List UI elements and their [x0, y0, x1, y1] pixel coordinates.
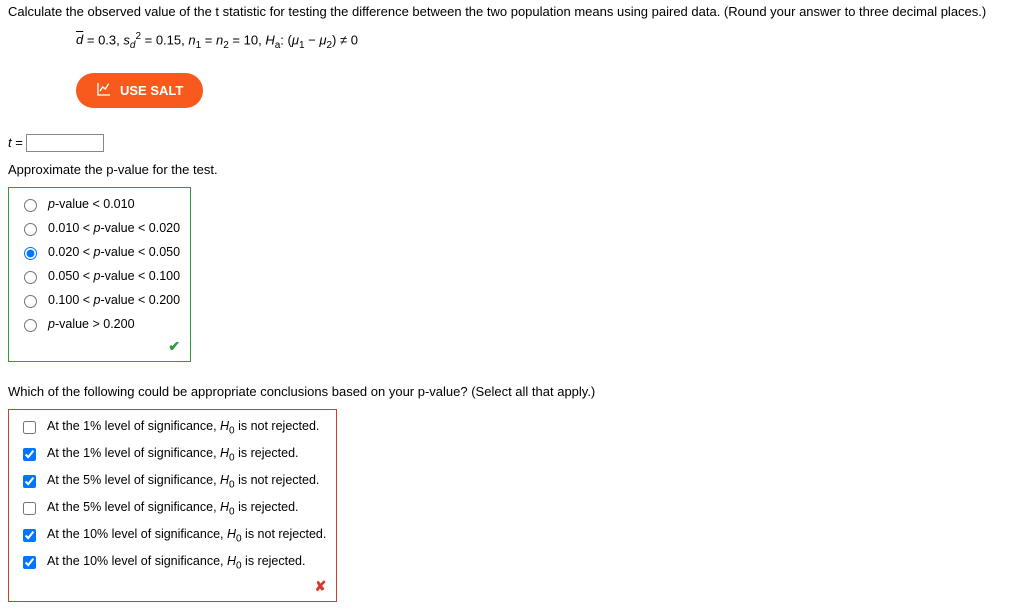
conclusion-option[interactable]: At the 5% level of significance, H0 is n…: [17, 468, 328, 495]
conclusion-option[interactable]: At the 10% level of significance, H0 is …: [17, 522, 328, 549]
conclusion-option[interactable]: At the 10% level of significance, H0 is …: [17, 549, 328, 576]
pvalue-radio[interactable]: [24, 247, 37, 260]
question-main-text: Calculate the observed value of the t st…: [8, 4, 1016, 19]
conclusion-option[interactable]: At the 1% level of significance, H0 is r…: [17, 441, 328, 468]
pvalue-radio[interactable]: [24, 271, 37, 284]
conclusion-option-label: At the 1% level of significance, H0 is r…: [47, 446, 299, 464]
pvalue-option-label: 0.100 < p-value < 0.200: [48, 293, 180, 307]
conclusions-question: Which of the following could be appropri…: [8, 384, 1016, 399]
pvalue-option-label: p-value > 0.200: [48, 317, 135, 331]
pvalue-option[interactable]: p-value > 0.200: [17, 312, 182, 336]
pvalue-question: Approximate the p-value for the test.: [8, 162, 1016, 177]
use-salt-button[interactable]: USE SALT: [76, 73, 203, 108]
pvalue-option[interactable]: 0.020 < p-value < 0.050: [17, 240, 182, 264]
check-icon: ✔: [168, 338, 180, 354]
chart-icon: [96, 81, 112, 100]
pvalue-radio[interactable]: [24, 319, 37, 332]
given-data: d = 0.3, sd2 = 0.15, n1 = n2 = 10, Ha: (…: [76, 31, 1016, 51]
conclusion-option-label: At the 10% level of significance, H0 is …: [47, 527, 326, 545]
pvalue-choice-box: p-value < 0.010 0.010 < p-value < 0.020 0.…: [8, 187, 191, 362]
pvalue-option[interactable]: p-value < 0.010: [17, 192, 182, 216]
conclusion-option-label: At the 10% level of significance, H0 is …: [47, 554, 305, 572]
conclusion-checkbox[interactable]: [23, 421, 36, 434]
pvalue-option[interactable]: 0.010 < p-value < 0.020: [17, 216, 182, 240]
cross-icon: ✘: [315, 578, 327, 594]
conclusion-option[interactable]: At the 5% level of significance, H0 is r…: [17, 495, 328, 522]
conclusion-checkbox[interactable]: [23, 529, 36, 542]
t-input-row: t =: [8, 134, 1016, 152]
conclusion-checkbox[interactable]: [23, 475, 36, 488]
t-value-input[interactable]: [26, 134, 104, 152]
conclusion-option-label: At the 1% level of significance, H0 is n…: [47, 419, 319, 437]
pvalue-option-label: 0.010 < p-value < 0.020: [48, 221, 180, 235]
pvalue-option[interactable]: 0.100 < p-value < 0.200: [17, 288, 182, 312]
conclusion-option-label: At the 5% level of significance, H0 is r…: [47, 500, 299, 518]
pvalue-radio[interactable]: [24, 295, 37, 308]
t-label: t: [8, 135, 12, 150]
conclusion-checkbox[interactable]: [23, 448, 36, 461]
pvalue-option[interactable]: 0.050 < p-value < 0.100: [17, 264, 182, 288]
conclusion-option[interactable]: At the 1% level of significance, H0 is n…: [17, 414, 328, 441]
pvalue-option-label: p-value < 0.010: [48, 197, 135, 211]
conclusion-checkbox[interactable]: [23, 556, 36, 569]
pvalue-option-label: 0.050 < p-value < 0.100: [48, 269, 180, 283]
conclusions-choice-box: At the 1% level of significance, H0 is n…: [8, 409, 337, 602]
conclusion-checkbox[interactable]: [23, 502, 36, 515]
pvalue-option-label: 0.020 < p-value < 0.050: [48, 245, 180, 259]
conclusion-option-label: At the 5% level of significance, H0 is n…: [47, 473, 319, 491]
pvalue-radio[interactable]: [24, 223, 37, 236]
use-salt-label: USE SALT: [120, 83, 183, 98]
pvalue-radio[interactable]: [24, 199, 37, 212]
